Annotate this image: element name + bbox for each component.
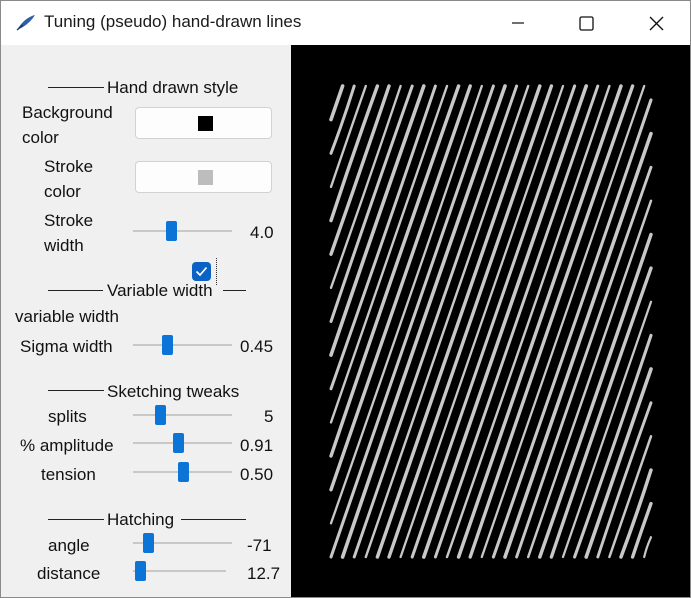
hatch-line xyxy=(503,131,653,559)
sigma-width-slider[interactable] xyxy=(133,335,232,355)
distance-slider[interactable] xyxy=(133,561,226,581)
splits-label: splits xyxy=(48,407,87,426)
distance-label: distance xyxy=(37,564,101,583)
sigma-width-value: 0.45 xyxy=(240,337,274,356)
variable-width-checkbox[interactable] xyxy=(192,262,211,281)
stroke-width-label: Stroke xyxy=(44,211,94,230)
section-title-hatching: Hatching xyxy=(107,510,175,529)
slider-thumb[interactable] xyxy=(154,405,166,425)
hatch-line xyxy=(329,84,391,256)
background-color-swatch xyxy=(198,116,213,131)
slider-track xyxy=(133,344,232,346)
hatch-line xyxy=(573,333,653,559)
slider-thumb[interactable] xyxy=(172,433,184,453)
maximize-icon xyxy=(579,16,594,31)
tension-value: 0.50 xyxy=(240,465,274,484)
title-bar[interactable]: Tuning (pseudo) hand-drawn lines xyxy=(1,1,690,45)
section-divider xyxy=(48,390,104,391)
stroke-color-button[interactable] xyxy=(135,161,272,193)
hatch-line xyxy=(643,536,653,559)
minimize-button[interactable] xyxy=(495,1,541,45)
section-divider xyxy=(223,290,246,291)
hatch-line xyxy=(596,401,653,559)
distance-value: 12.7 xyxy=(247,564,281,583)
stroke-color-label-2: color xyxy=(44,182,81,201)
amplitude-value: 0.91 xyxy=(240,436,274,455)
background-color-label-2: color xyxy=(22,128,59,147)
stroke-color-label: Stroke xyxy=(44,157,94,176)
hatch-line xyxy=(491,98,653,559)
angle-slider[interactable] xyxy=(133,533,232,553)
slider-thumb[interactable] xyxy=(165,221,177,241)
amplitude-slider[interactable] xyxy=(133,433,232,453)
focus-indicator xyxy=(216,258,218,285)
background-color-label: Background xyxy=(22,103,113,122)
section-divider xyxy=(48,290,103,291)
slider-track xyxy=(133,230,232,232)
section-title-hand-drawn: Hand drawn style xyxy=(107,78,239,97)
hatch-line xyxy=(538,232,653,559)
variable-width-label: variable width xyxy=(15,307,119,326)
hatch-line xyxy=(329,84,345,122)
section-divider xyxy=(181,519,246,520)
splits-slider[interactable] xyxy=(133,405,232,425)
stroke-width-value: 4.0 xyxy=(250,223,274,242)
amplitude-label: % amplitude xyxy=(20,436,114,455)
sigma-width-label: Sigma width xyxy=(20,337,113,356)
section-divider xyxy=(48,87,104,88)
slider-track xyxy=(133,414,232,416)
slider-thumb[interactable] xyxy=(161,335,173,355)
angle-value: -71 xyxy=(247,536,272,555)
stroke-color-swatch xyxy=(198,170,213,185)
slider-thumb[interactable] xyxy=(142,533,154,553)
hatch-line xyxy=(561,300,653,559)
stroke-width-label-2: width xyxy=(44,236,84,255)
hatch-line xyxy=(526,199,653,559)
window-title: Tuning (pseudo) hand-drawn lines xyxy=(44,12,302,31)
hatch-line xyxy=(329,84,356,155)
slider-track xyxy=(133,570,226,572)
app-window: Tuning (pseudo) hand-drawn lines Hand dr… xyxy=(0,0,691,598)
angle-label: angle xyxy=(48,536,90,555)
maximize-button[interactable] xyxy=(563,1,609,45)
slider-thumb[interactable] xyxy=(177,462,189,482)
hatch-drawing xyxy=(329,84,653,559)
tension-label: tension xyxy=(41,465,96,484)
stroke-width-slider[interactable] xyxy=(133,221,232,241)
tension-slider[interactable] xyxy=(133,462,232,482)
hatch-line xyxy=(630,501,653,559)
close-icon xyxy=(649,16,664,31)
section-divider xyxy=(48,519,104,520)
preview-canvas[interactable] xyxy=(291,45,690,597)
section-title-variable-width: Variable width xyxy=(107,281,213,300)
section-title-sketching: Sketching tweaks xyxy=(107,382,240,401)
background-color-button[interactable] xyxy=(135,107,272,139)
slider-thumb[interactable] xyxy=(134,561,146,581)
hatch-line xyxy=(329,84,380,223)
splits-value: 5 xyxy=(264,407,274,426)
minimize-icon xyxy=(512,22,524,24)
checkmark-icon xyxy=(195,266,208,277)
hatch-line xyxy=(608,435,653,559)
feather-pen-icon xyxy=(15,14,37,32)
hatch-line xyxy=(329,84,472,492)
close-button[interactable] xyxy=(633,1,679,45)
